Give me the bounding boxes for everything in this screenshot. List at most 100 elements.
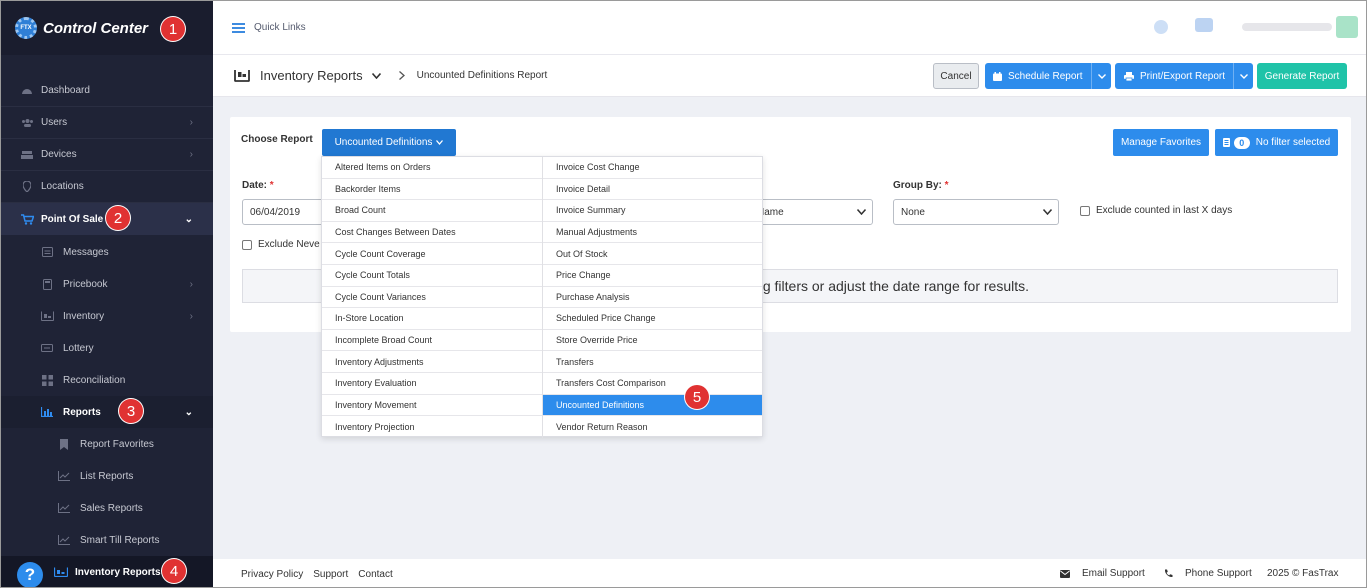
date-value: 06/04/2019 [250,206,301,218]
generate-label: Generate Report [1264,70,1340,82]
report-menu-item[interactable]: Cycle Count Variances [322,287,542,309]
chat-icon[interactable] [1195,18,1213,32]
date-input[interactable]: 06/04/2019 [242,199,332,225]
sidebar-item-label: Dashboard [41,85,90,96]
email-support-label: Email Support [1082,568,1145,579]
report-menu-column-2: Invoice Cost Change Invoice Detail Invoi… [542,157,762,438]
sidebar-item-lottery[interactable]: Lottery [1,332,213,364]
support-link[interactable]: Support [313,569,348,580]
sidebar-item-locations[interactable]: Locations [1,171,213,203]
report-menu-item[interactable]: Store Override Price [543,330,762,352]
sidebar-item-report-favorites[interactable]: Report Favorites [1,428,213,460]
filter-count-badge: 0 [1233,136,1250,149]
group-by-value: None [901,206,925,218]
callout-badge-3: 3 [119,399,143,423]
sidebar-item-list-reports[interactable]: List Reports [1,460,213,492]
group-by-label-text: Group By: [893,180,942,191]
print-label: Print/Export Report [1140,70,1226,82]
report-menu-item[interactable]: Scheduled Price Change [543,308,762,330]
schedule-report-button[interactable]: Schedule Report [985,63,1111,89]
report-menu-item[interactable]: Purchase Analysis [543,287,762,309]
sidebar-item-reports[interactable]: Reports ⌄ [1,396,213,428]
copyright: 2025 © FasTrax [1267,568,1339,579]
brand-title: Control Center [43,19,148,37]
sidebar-item-label: Point Of Sale [41,213,104,225]
quick-links[interactable]: Quick Links [254,22,306,33]
checkbox-box[interactable] [1080,205,1090,216]
group-by-select[interactable]: None [893,199,1059,225]
checkbox-box[interactable] [242,239,252,250]
sidebar-item-label: Lottery [63,342,94,354]
help-icon[interactable]: ? [17,562,43,587]
report-menu-item[interactable]: Invoice Cost Change [543,157,762,179]
report-menu-item[interactable]: Inventory Evaluation [322,373,542,395]
hamburger-menu-icon[interactable] [232,22,245,33]
report-menu-item[interactable]: Inventory Projection [322,416,542,438]
line-chart-icon [57,471,71,481]
contact-link[interactable]: Contact [358,569,392,580]
cart-icon [20,213,34,225]
sidebar-item-label: Users [41,117,68,128]
report-menu-item[interactable]: Broad Count [322,200,542,222]
report-menu-item[interactable]: Cost Changes Between Dates [322,222,542,244]
report-menu-item[interactable]: Inventory Adjustments [322,351,542,373]
exclude-never-checkbox[interactable]: Exclude Neve [242,239,320,250]
sidebar-item-dashboard[interactable]: Dashboard [1,75,213,107]
report-menu-item[interactable]: Cycle Count Coverage [322,243,542,265]
report-menu-item[interactable]: Invoice Summary [543,200,762,222]
filter-button[interactable]: 0 No filter selected [1215,129,1338,156]
sidebar-item-devices[interactable]: Devices › [1,139,213,171]
sidebar-item-sales-reports[interactable]: Sales Reports [1,492,213,524]
report-menu-item[interactable]: Manual Adjustments [543,222,762,244]
report-menu-item[interactable]: Incomplete Broad Count [322,330,542,352]
report-menu-item[interactable]: Cycle Count Totals [322,265,542,287]
sidebar-item-messages[interactable]: Messages [1,236,213,268]
sidebar-item-inventory[interactable]: Inventory › [1,300,213,332]
report-menu-item[interactable]: Price Change [543,265,762,287]
sidebar-item-smart-till-reports[interactable]: Smart Till Reports [1,524,213,556]
user-name-blurred[interactable] [1242,23,1332,31]
sidebar-item-label: List Reports [80,470,134,482]
chevron-down-icon [857,209,866,215]
sidebar-item-users[interactable]: Users › [1,107,213,139]
sidebar-item-label: Inventory Reports [75,566,161,578]
sidebar-item-reconciliation[interactable]: Reconciliation [1,364,213,396]
chevron-down-icon[interactable] [1091,63,1111,89]
sidebar-item-label: Inventory [63,310,105,322]
chevron-down-icon[interactable] [1233,63,1253,89]
chevron-down-icon [436,140,444,145]
filter-list-icon [1222,138,1230,147]
report-menu-item[interactable]: Transfers Cost Comparison [543,373,762,395]
email-support-link[interactable]: Email Support [1060,568,1145,579]
report-menu-column-1: Altered Items on Orders Backorder Items … [322,157,542,438]
sidebar-item-label: Reconciliation [63,374,126,386]
generate-report-button[interactable]: Generate Report [1257,63,1347,89]
report-menu-item[interactable]: Invoice Detail [543,179,762,201]
notification-icon[interactable] [1154,20,1168,34]
avatar[interactable] [1336,16,1358,38]
cancel-button[interactable]: Cancel [933,63,979,89]
choose-report-dropdown[interactable]: Uncounted Definitions [322,129,456,156]
report-menu-item[interactable]: Backorder Items [322,179,542,201]
sidebar: FTX Control Center Dashboard Users › Dev… [1,1,213,587]
report-menu-item-selected[interactable]: Uncounted Definitions [543,394,762,417]
print-export-button[interactable]: Print/Export Report [1115,63,1253,89]
inventory-icon [234,69,250,82]
phone-support-link[interactable]: Phone Support [1164,568,1252,579]
report-menu-item[interactable]: Transfers [543,351,762,373]
privacy-policy-link[interactable]: Privacy Policy [241,569,303,580]
screen: FTX Control Center Dashboard Users › Dev… [0,0,1367,588]
bookmark-icon [57,438,71,450]
report-menu-item[interactable]: In-Store Location [322,308,542,330]
sidebar-item-label: Report Favorites [80,438,154,450]
report-menu-item[interactable]: Altered Items on Orders [322,157,542,179]
chevron-down-icon[interactable] [371,72,381,79]
exclude-counted-checkbox[interactable]: Exclude counted in last X days [1080,205,1232,216]
page-title[interactable]: Inventory Reports [260,68,363,83]
report-menu-item[interactable]: Out Of Stock [543,243,762,265]
manage-favorites-button[interactable]: Manage Favorites [1113,129,1209,156]
sidebar-item-label: Smart Till Reports [80,534,160,546]
sidebar-item-pricebook[interactable]: Pricebook › [1,268,213,300]
report-menu-item[interactable]: Vendor Return Reason [543,416,762,438]
report-menu-item[interactable]: Inventory Movement [322,395,542,417]
